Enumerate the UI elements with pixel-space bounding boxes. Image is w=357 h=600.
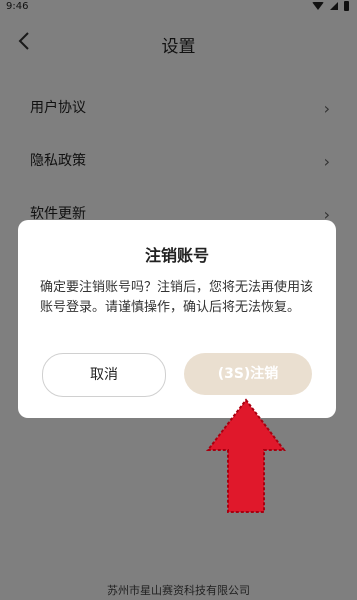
dialog-message: 确定要注销账号吗？注销后，您将无法再使用该账号登录。请谨慎操作，确认后将无法恢复… (40, 280, 314, 315)
red-up-arrow-icon (206, 398, 286, 513)
confirm-delete-button[interactable]: (3S)注销 (184, 353, 312, 395)
cancel-button[interactable]: 取消 (42, 353, 166, 397)
delete-account-dialog: 注销账号 确定要注销账号吗？注销后，您将无法再使用该账号登录。请谨慎操作，确认后… (18, 220, 336, 418)
dialog-title: 注销账号 (144, 246, 209, 265)
